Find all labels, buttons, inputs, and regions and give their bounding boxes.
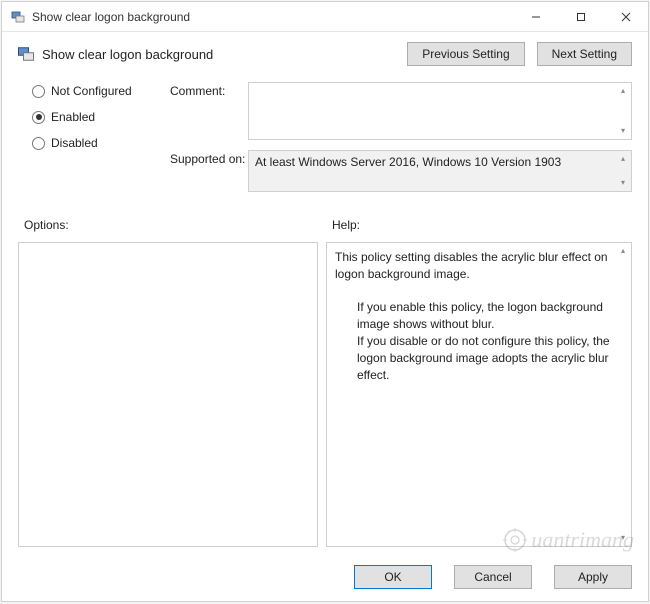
help-body: This policy setting disables the acrylic…: [326, 242, 632, 547]
previous-setting-button[interactable]: Previous Setting: [407, 42, 524, 66]
comment-input[interactable]: ▴ ▾: [248, 82, 632, 140]
window-title: Show clear logon background: [32, 10, 513, 24]
supported-row: Supported on: At least Windows Server 20…: [170, 150, 632, 192]
radio-icon: [32, 137, 45, 150]
help-label: Help:: [332, 218, 632, 232]
chevron-down-icon[interactable]: ▾: [615, 123, 631, 139]
close-button[interactable]: [603, 2, 648, 32]
policy-icon: [16, 44, 36, 64]
scrollbar[interactable]: ▴ ▾: [615, 243, 631, 546]
chevron-up-icon[interactable]: ▴: [615, 243, 631, 259]
help-paragraph: This policy setting disables the acrylic…: [335, 250, 608, 281]
radio-icon: [32, 85, 45, 98]
chevron-down-icon[interactable]: ▾: [615, 175, 631, 191]
supported-label: Supported on:: [170, 150, 248, 166]
cancel-button[interactable]: Cancel: [454, 565, 532, 589]
comment-label: Comment:: [170, 82, 248, 98]
scrollbar[interactable]: ▴ ▾: [615, 151, 631, 191]
radio-label: Enabled: [51, 110, 95, 124]
page-title: Show clear logon background: [42, 47, 213, 62]
apply-button[interactable]: Apply: [554, 565, 632, 589]
radio-label: Not Configured: [51, 84, 132, 98]
radio-not-configured[interactable]: Not Configured: [32, 84, 162, 98]
supported-value: At least Windows Server 2016, Windows 10…: [255, 155, 561, 169]
radio-label: Disabled: [51, 136, 98, 150]
main-panels: Options: Help: This policy setting disab…: [2, 206, 648, 555]
help-panel: Help: This policy setting disables the a…: [326, 210, 632, 547]
radio-icon: [32, 111, 45, 124]
state-radio-group: Not Configured Enabled Disabled: [32, 82, 162, 202]
maximize-button[interactable]: [558, 2, 603, 32]
supported-on-field: At least Windows Server 2016, Windows 10…: [248, 150, 632, 192]
chevron-up-icon[interactable]: ▴: [615, 83, 631, 99]
minimize-button[interactable]: [513, 2, 558, 32]
header-row: Show clear logon background Previous Set…: [2, 32, 648, 76]
window-controls: [513, 2, 648, 32]
policy-icon: [10, 9, 26, 25]
ok-button[interactable]: OK: [354, 565, 432, 589]
help-paragraph: If you disable or do not configure this …: [335, 333, 613, 383]
radio-enabled[interactable]: Enabled: [32, 110, 162, 124]
options-panel: Options:: [18, 210, 318, 547]
config-section: Not Configured Enabled Disabled Comment:…: [2, 76, 648, 206]
options-label: Options:: [24, 218, 318, 232]
comment-row: Comment: ▴ ▾: [170, 82, 632, 140]
dialog-window: Show clear logon background Show clear l…: [1, 1, 649, 602]
options-body: [18, 242, 318, 547]
footer-buttons: OK Cancel Apply: [2, 555, 648, 601]
next-setting-button[interactable]: Next Setting: [537, 42, 632, 66]
scrollbar[interactable]: ▴ ▾: [615, 83, 631, 139]
radio-disabled[interactable]: Disabled: [32, 136, 162, 150]
help-paragraph: If you enable this policy, the logon bac…: [335, 299, 613, 333]
chevron-down-icon[interactable]: ▾: [615, 530, 631, 546]
chevron-up-icon[interactable]: ▴: [615, 151, 631, 167]
fields-column: Comment: ▴ ▾ Supported on: At least Wind…: [170, 82, 632, 202]
titlebar: Show clear logon background: [2, 2, 648, 32]
